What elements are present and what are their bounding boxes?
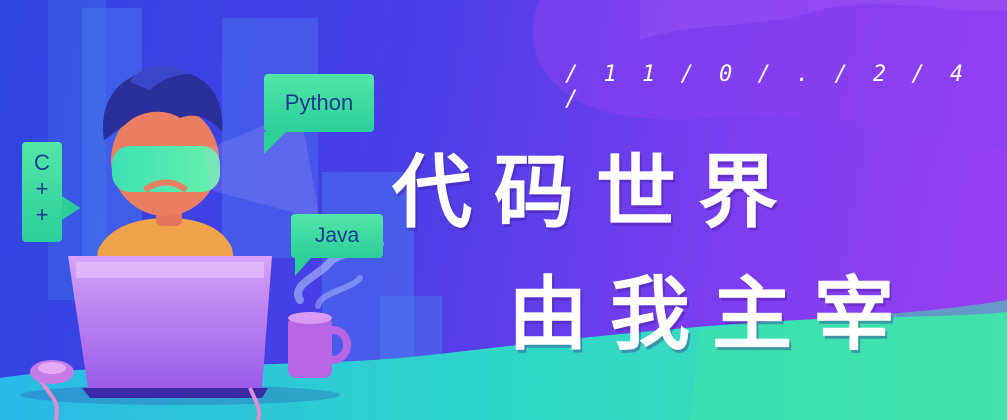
date-text: / 1 1 / 0 / . / 2 / 4 /	[565, 62, 970, 112]
headline-line-1: 代码世界	[392, 146, 800, 239]
mug	[288, 316, 332, 378]
mouse-top	[38, 362, 66, 374]
java-label: Java	[314, 224, 360, 247]
cpp-label-plus: +	[35, 202, 49, 227]
python-label: Python	[284, 90, 354, 115]
cpp-label-plus: +	[35, 176, 49, 201]
java-bubble: Java	[291, 214, 383, 276]
laptop-base	[82, 388, 268, 398]
python-bubble: Python	[264, 74, 374, 154]
headline-line-2: 由我主宰	[508, 268, 916, 361]
cpp-label-c: C	[34, 150, 50, 175]
laptop-shine	[76, 262, 264, 278]
cpp-bubble: C + +	[22, 142, 80, 242]
banner: Python Java C + + / 1 1 / 0 / . / 2 / 4 …	[0, 0, 1007, 420]
mug-rim	[288, 312, 332, 324]
